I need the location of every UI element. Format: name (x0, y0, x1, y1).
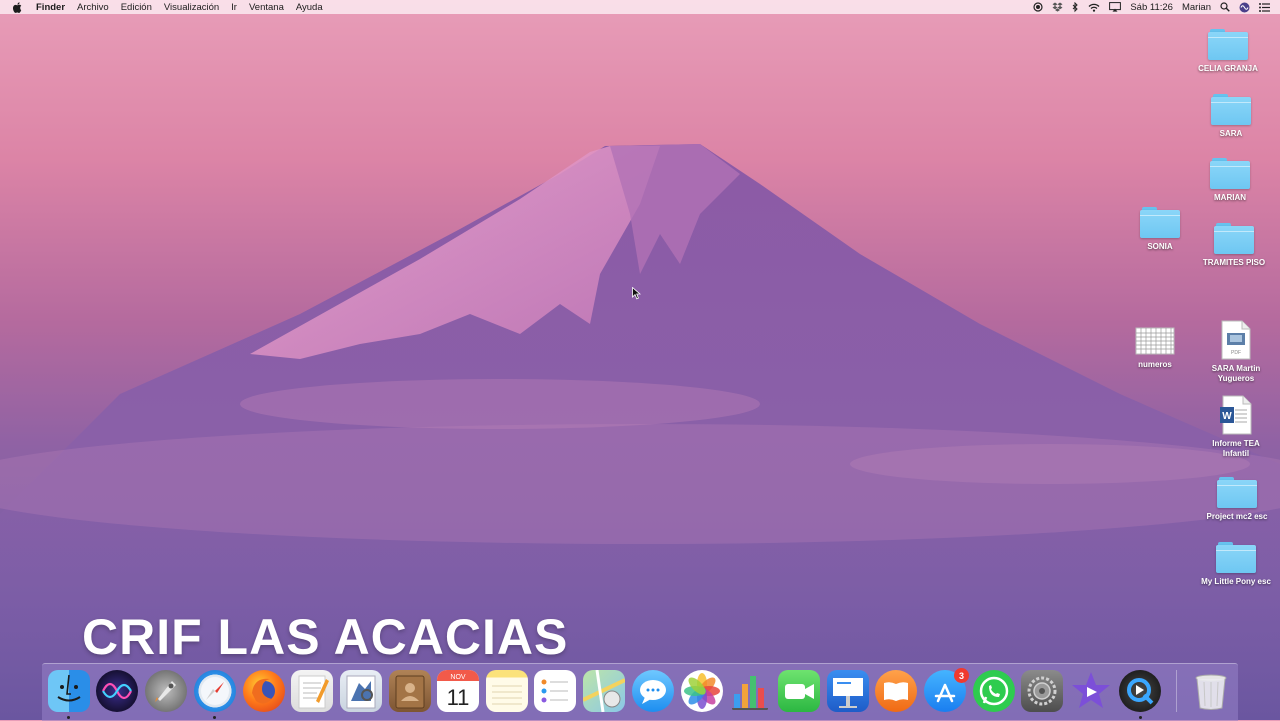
firefox-icon[interactable] (243, 670, 285, 712)
bluetooth-icon[interactable] (1072, 1, 1079, 13)
numbers-icon[interactable] (729, 670, 771, 712)
desktop-icon-label: SARA Martin Yugueros (1211, 364, 1261, 383)
folder-icon (1208, 29, 1248, 60)
pages-icon[interactable] (291, 670, 333, 712)
menubar-clock[interactable]: Sáb 11:26 (1130, 2, 1173, 13)
preview-icon[interactable] (340, 670, 382, 712)
system-preferences-icon[interactable] (1021, 670, 1063, 712)
keynote-icon[interactable] (827, 670, 869, 712)
desktop-icon-label: SONIA (1147, 242, 1173, 251)
desktop-icon-label: SARA (1219, 129, 1243, 138)
spotlight-search-icon[interactable] (1220, 2, 1230, 12)
folder-icon (1211, 94, 1251, 125)
notes-icon[interactable] (486, 670, 528, 712)
reminders-icon[interactable] (534, 670, 576, 712)
books-icon[interactable] (875, 670, 917, 712)
whatsapp-icon[interactable] (973, 670, 1015, 712)
trash-icon[interactable] (1190, 670, 1232, 712)
menu-bar: Finder Archivo Edición Visualización Ir … (0, 0, 1280, 14)
desktop-icon-label: MARIAN (1214, 193, 1246, 202)
maps-icon[interactable] (583, 670, 625, 712)
folder-marian[interactable]: MARIAN (1187, 158, 1273, 203)
calendar-day: 11 (447, 685, 470, 710)
folder-celia-granja[interactable]: CELIA GRANJA (1185, 29, 1271, 74)
folder-icon (1217, 477, 1257, 508)
word-file-icon: W (1220, 395, 1252, 435)
calendar-icon[interactable]: NOV 11 (437, 670, 479, 712)
menubar-user[interactable]: Marian (1182, 2, 1211, 13)
folder-project-mc2-esc[interactable]: Project mc2 esc (1194, 477, 1280, 522)
app-store-badge: 3 (954, 668, 969, 683)
file-informe-tea-infantil[interactable]: W Informe TEA Infantil (1193, 395, 1279, 458)
notification-center-icon[interactable] (1259, 2, 1270, 12)
file-numeros[interactable]: numeros (1112, 325, 1198, 370)
dropbox-icon[interactable] (1052, 2, 1063, 12)
menu-ir[interactable]: Ir (231, 2, 237, 13)
dock-separator (1176, 670, 1177, 712)
safari-icon[interactable] (194, 670, 236, 712)
banner-title: CRIF LAS ACACIAS (82, 609, 569, 665)
mouse-cursor-icon (632, 287, 641, 300)
running-indicator (67, 716, 70, 719)
quicktime-icon[interactable] (1119, 670, 1161, 712)
siri-icon[interactable] (96, 670, 138, 712)
folder-tramites-piso[interactable]: TRAMITES PISO (1191, 223, 1277, 268)
siri-menubar-icon[interactable] (1239, 2, 1250, 13)
imovie-icon[interactable] (1070, 670, 1112, 712)
record-status-icon[interactable] (1033, 2, 1043, 12)
desktop-icon-label: Project mc2 esc (1206, 512, 1268, 521)
folder-icon (1214, 223, 1254, 254)
file-sara-martin-yugueros[interactable]: PDF SARA Martin Yugueros (1193, 320, 1279, 383)
facetime-icon[interactable] (778, 670, 820, 712)
menu-app-finder[interactable]: Finder (36, 2, 65, 13)
desktop-icon-label: Informe TEA Infantil (1212, 439, 1260, 458)
desktop-icon-label: CELIA GRANJA (1198, 64, 1258, 73)
spreadsheet-file-icon (1135, 327, 1175, 355)
folder-icon (1216, 542, 1256, 573)
photos-icon[interactable] (681, 670, 723, 712)
menu-visualizacion[interactable]: Visualización (164, 2, 219, 13)
pdf-tag: PDF (1231, 350, 1241, 356)
folder-icon (1210, 158, 1250, 189)
apple-menu-icon[interactable] (12, 1, 24, 13)
menu-ventana[interactable]: Ventana (249, 2, 284, 13)
word-tag: W (1222, 411, 1232, 422)
wifi-icon[interactable] (1088, 3, 1100, 12)
contacts-icon[interactable] (389, 670, 431, 712)
menu-archivo[interactable]: Archivo (77, 2, 109, 13)
airplay-icon[interactable] (1109, 2, 1122, 12)
folder-sara[interactable]: SARA (1188, 94, 1274, 139)
launchpad-icon[interactable] (145, 670, 187, 712)
finder-icon[interactable] (48, 670, 90, 712)
desktop-icon-label: My Little Pony esc (1201, 577, 1271, 586)
folder-icon (1140, 207, 1180, 238)
folder-my-little-pony-esc[interactable]: My Little Pony esc (1193, 542, 1279, 587)
running-indicator (213, 716, 216, 719)
menu-edicion[interactable]: Edición (121, 2, 152, 13)
desktop-icon-label: TRAMITES PISO (1202, 258, 1266, 267)
desktop-icon-label: numeros (1138, 360, 1172, 369)
menu-ayuda[interactable]: Ayuda (296, 2, 323, 13)
pdf-file-icon: PDF (1221, 320, 1251, 360)
messages-icon[interactable] (632, 670, 674, 712)
calendar-month: NOV (450, 674, 466, 681)
running-indicator (1139, 716, 1142, 719)
